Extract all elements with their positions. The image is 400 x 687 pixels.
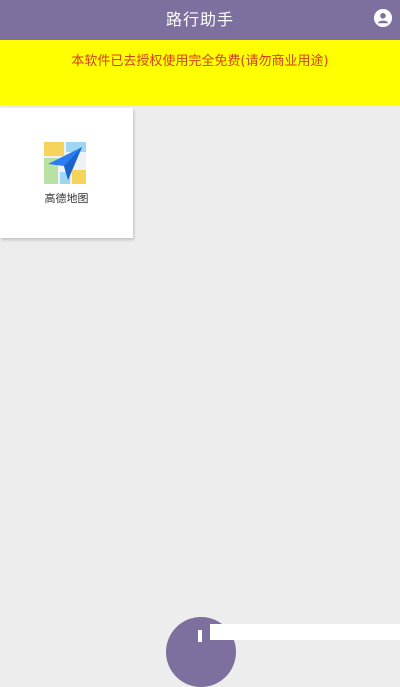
- bottom-panel: [210, 624, 400, 640]
- amap-icon: [44, 142, 86, 184]
- plus-icon: [198, 630, 202, 642]
- user-circle-icon: [374, 9, 392, 27]
- notice-banner: 本软件已去授权使用完全免费(请勿商业用途): [0, 40, 400, 106]
- page-title: 路行助手: [165, 10, 234, 29]
- app-label: 高德地图: [44, 192, 89, 205]
- notice-text: 本软件已去授权使用完全免费(请勿商业用途): [71, 54, 329, 69]
- app-tile-amap[interactable]: 高德地图: [0, 108, 133, 238]
- user-button[interactable]: [374, 9, 392, 27]
- app-header: 路行助手: [0, 0, 400, 40]
